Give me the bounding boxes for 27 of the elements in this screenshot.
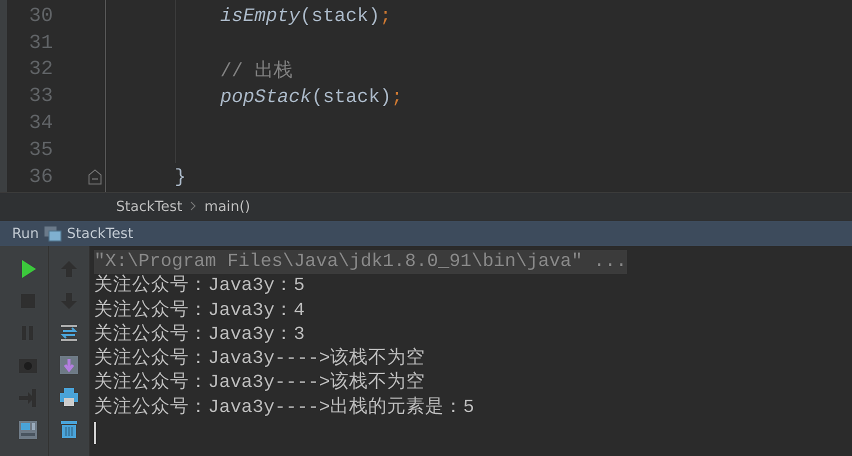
line-number: 33 [28,85,53,108]
line-number: 34 [28,112,53,136]
breadcrumb-item[interactable]: main() [204,199,250,215]
console-output: 关注公众号：Java3y：5 [94,274,306,298]
console-output: 关注公众号：Java3y---->出栈的元素是：5 [94,396,476,420]
line-number: 31 [28,32,53,55]
scroll-to-end-icon[interactable] [58,353,80,377]
line-number: 32 [28,58,53,82]
code-line: // 出栈 [219,58,292,83]
code-line: } [174,166,186,188]
window-icon [44,226,62,242]
breadcrumb-item[interactable]: StackTest [116,199,182,215]
code-line: isEmpty(stack); [219,5,392,28]
console-output: 关注公众号：Java3y---->该栈不为空 [94,371,426,396]
run-config-tab[interactable]: StackTest [66,226,134,242]
text-cursor [94,422,96,444]
panel-title: Run [12,226,39,242]
code-line: popStack(stack); [219,86,403,108]
console-output: 关注公众号：Java3y---->该栈不为空 [94,347,426,372]
line-number: 35 [28,138,53,162]
console-output: 关注公众号：Java3y：3 [94,322,306,347]
console-output: 关注公众号：Java3y：4 [94,298,306,323]
fold-icon[interactable] [88,169,102,186]
print-icon[interactable] [58,385,80,409]
line-number: 36 [28,166,53,189]
line-number: 30 [28,4,53,28]
chevron-icon [190,201,196,211]
